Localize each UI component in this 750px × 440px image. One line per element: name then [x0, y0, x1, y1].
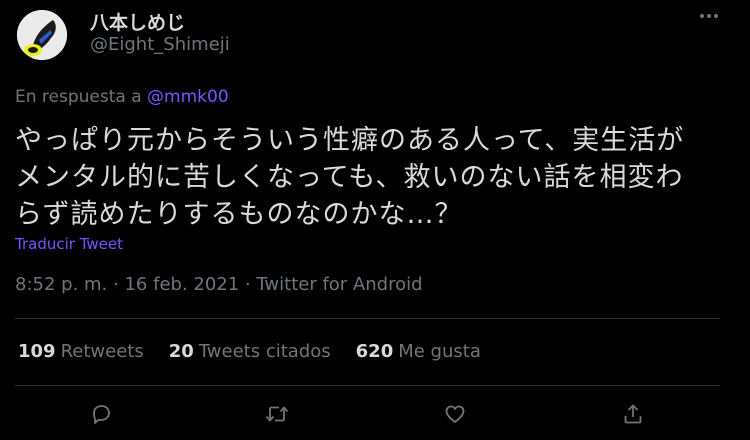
like-icon[interactable] — [440, 399, 470, 429]
reply-context: En respuesta a @mmk00 — [15, 87, 229, 107]
shimeji-avatar-icon — [17, 10, 67, 60]
user-handle[interactable]: @Eight_Shimeji — [90, 34, 230, 55]
more-options-icon[interactable] — [699, 6, 719, 26]
retweet-icon[interactable] — [262, 399, 292, 429]
divider — [15, 385, 720, 386]
meta-separator: · — [244, 274, 251, 295]
tweet-source[interactable]: Twitter for Android — [256, 274, 422, 295]
share-icon[interactable] — [618, 399, 648, 429]
quote-tweets-stat[interactable]: 20 Tweets citados — [169, 341, 331, 362]
tweet-detail: 八本しめじ @Eight_Shimeji En respuesta a @mmk… — [0, 0, 750, 440]
engagement-stats: 109 Retweets 20 Tweets citados 620 Me gusta — [18, 341, 506, 362]
reply-mention-link[interactable]: @mmk00 — [147, 87, 229, 107]
display-name[interactable]: 八本しめじ — [90, 8, 185, 35]
likes-count: 620 — [355, 341, 394, 362]
tweet-date[interactable]: 16 feb. 2021 — [124, 274, 239, 295]
quote-tweets-count: 20 — [168, 341, 194, 362]
avatar[interactable] — [17, 10, 67, 60]
retweets-stat[interactable]: 109 Retweets — [18, 341, 144, 362]
tweet-metadata: 8:52 p. m. · 16 feb. 2021 · Twitter for … — [15, 274, 423, 295]
tweet-text: やっぱり元からそういう性癖のある人って、実生活が メンタル的に苦しくなっても、救… — [15, 122, 735, 233]
translate-tweet-link[interactable]: Traducir Tweet — [15, 235, 123, 253]
meta-separator: · — [113, 274, 119, 295]
tweet-text-line: らず読めたりするものなのかな…？ — [15, 199, 463, 230]
reply-prefix: En respuesta a — [15, 87, 142, 107]
tweet-text-line: メンタル的に苦しくなっても、救いのない話を相変わ — [15, 162, 684, 193]
tweet-time[interactable]: 8:52 p. m. — [15, 274, 107, 295]
likes-stat[interactable]: 620 Me gusta — [356, 341, 481, 362]
action-bar — [0, 399, 750, 429]
divider — [15, 318, 720, 319]
reply-icon[interactable] — [86, 399, 116, 429]
retweets-label: Retweets — [60, 341, 144, 362]
tweet-text-line: やっぱり元からそういう性癖のある人って、実生活が — [15, 125, 685, 156]
retweets-count: 109 — [18, 341, 56, 362]
quote-tweets-label: Tweets citados — [198, 341, 331, 362]
likes-label: Me gusta — [398, 341, 481, 362]
